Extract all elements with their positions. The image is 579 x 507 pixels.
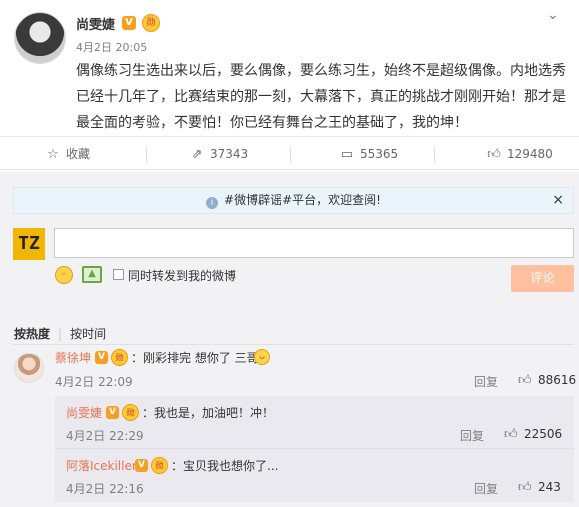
chevron-down-icon[interactable]: ⌄ <box>547 8 561 22</box>
medal-badge-icon: 勋 <box>111 349 128 366</box>
author-avatar[interactable] <box>14 12 66 64</box>
user-avatar-logo: TZ <box>13 228 45 260</box>
notice-banner: i #微博辟谣#平台，欢迎查阅! × <box>13 187 574 214</box>
repost-count: 37343 <box>210 147 249 161</box>
sort-separator: | <box>58 327 63 341</box>
reply-text: ：宝贝我也想你了... <box>171 459 279 473</box>
comment-button[interactable]: ▭ 55365 <box>340 137 398 171</box>
reply-author-name[interactable]: 阿落Icekiller <box>66 457 137 474</box>
comment-like-count: 88616 <box>538 373 577 387</box>
sort-by-time-tab[interactable]: 按时间 <box>70 327 106 341</box>
image-icon[interactable]: ▲ <box>82 266 102 283</box>
post-content: 偶像练习生选出来以后，要么偶像，要么练习生，始终不是超级偶像。内地选秀已经十几年… <box>76 63 566 131</box>
reply-like-button[interactable]: 👍︎ 243 <box>518 480 561 495</box>
post-action-bar: ☆ 收藏 ⇗ 37343 ▭ 55365 👍︎ 129480 <box>0 136 579 170</box>
verified-badge-icon: V <box>122 16 136 30</box>
reply-button[interactable]: 回复 <box>474 480 498 497</box>
comment-like-button[interactable]: 👍︎ 88616 <box>518 373 576 388</box>
close-icon[interactable]: × <box>552 188 564 213</box>
commenter-avatar[interactable] <box>14 353 44 383</box>
reply-button[interactable]: 回复 <box>460 427 484 444</box>
comment-input[interactable] <box>54 228 574 258</box>
thumbs-up-icon: 👍︎ <box>504 427 518 442</box>
notice-text[interactable]: #微博辟谣#平台，欢迎查阅! <box>224 193 381 207</box>
comment-time[interactable]: 4月2日 22:09 <box>55 373 133 390</box>
reply-time[interactable]: 4月2日 22:29 <box>66 427 144 444</box>
verified-badge-icon: V <box>135 459 148 472</box>
forward-checkbox[interactable] <box>113 269 124 280</box>
like-count: 129480 <box>507 147 553 161</box>
reply-author-name[interactable]: 尚雯婕 <box>66 404 102 421</box>
repost-icon: ⇗ <box>191 147 203 162</box>
sad-face-emoji-icon: ᴗ <box>254 349 270 365</box>
post-time[interactable]: 4月2日 20:05 <box>76 39 147 55</box>
verified-badge-icon: V <box>95 351 108 364</box>
divider <box>13 344 574 345</box>
repost-button[interactable]: ⇗ 37343 <box>190 137 249 171</box>
thumbs-up-icon: 👍︎ <box>487 147 501 162</box>
sort-by-hot-tab[interactable]: 按热度 <box>14 327 50 341</box>
medal-badge-icon: 勋 <box>151 457 168 474</box>
favorite-button[interactable]: ☆ 收藏 <box>46 137 90 171</box>
author-name[interactable]: 尚雯婕 <box>76 14 115 33</box>
medal-badge-icon: 勋 <box>142 14 160 32</box>
reply-time[interactable]: 4月2日 22:16 <box>66 480 144 497</box>
divider <box>290 146 291 162</box>
reply-text: ：我也是，加油吧！冲！ <box>142 406 275 420</box>
info-icon: i <box>206 197 219 209</box>
thumbs-up-icon: 👍︎ <box>518 373 532 388</box>
thumbs-up-icon: 👍︎ <box>518 480 532 495</box>
forward-label[interactable]: 同时转发到我的微博 <box>128 267 236 284</box>
like-button[interactable]: 👍︎ 129480 <box>487 137 553 171</box>
comment-text: ：刚彩排完 想你了 三哥 <box>131 351 259 365</box>
commenter-name[interactable]: 蔡徐坤 <box>55 349 91 366</box>
verified-badge-icon: V <box>106 406 119 419</box>
submit-comment-button[interactable]: 评论 <box>511 265 574 292</box>
divider <box>434 146 435 162</box>
reply-like-button[interactable]: 👍︎ 22506 <box>504 427 562 442</box>
reply-like-count: 243 <box>538 480 561 494</box>
comment-icon: ▭ <box>340 147 354 162</box>
comment-count: 55365 <box>360 147 399 161</box>
sort-tabs: 按热度 | 按时间 <box>14 325 106 342</box>
divider <box>146 146 147 162</box>
reply-button[interactable]: 回复 <box>474 373 498 390</box>
weibo-post: 尚雯婕 V 勋 4月2日 20:05 ⌄ 偶像练习生选出来以后，要么偶像，要么练… <box>0 0 579 135</box>
comment-section: i #微博辟谣#平台，欢迎查阅! × TZ ᵕ ▲ 同时转发到我的微博 评论 按热… <box>0 172 579 507</box>
reply-like-count: 22506 <box>524 427 563 441</box>
divider <box>55 448 574 449</box>
star-icon: ☆ <box>47 147 59 162</box>
medal-badge-icon: 勋 <box>122 404 139 421</box>
emoji-icon[interactable]: ᵕ <box>55 266 73 284</box>
favorite-label: 收藏 <box>66 147 91 161</box>
